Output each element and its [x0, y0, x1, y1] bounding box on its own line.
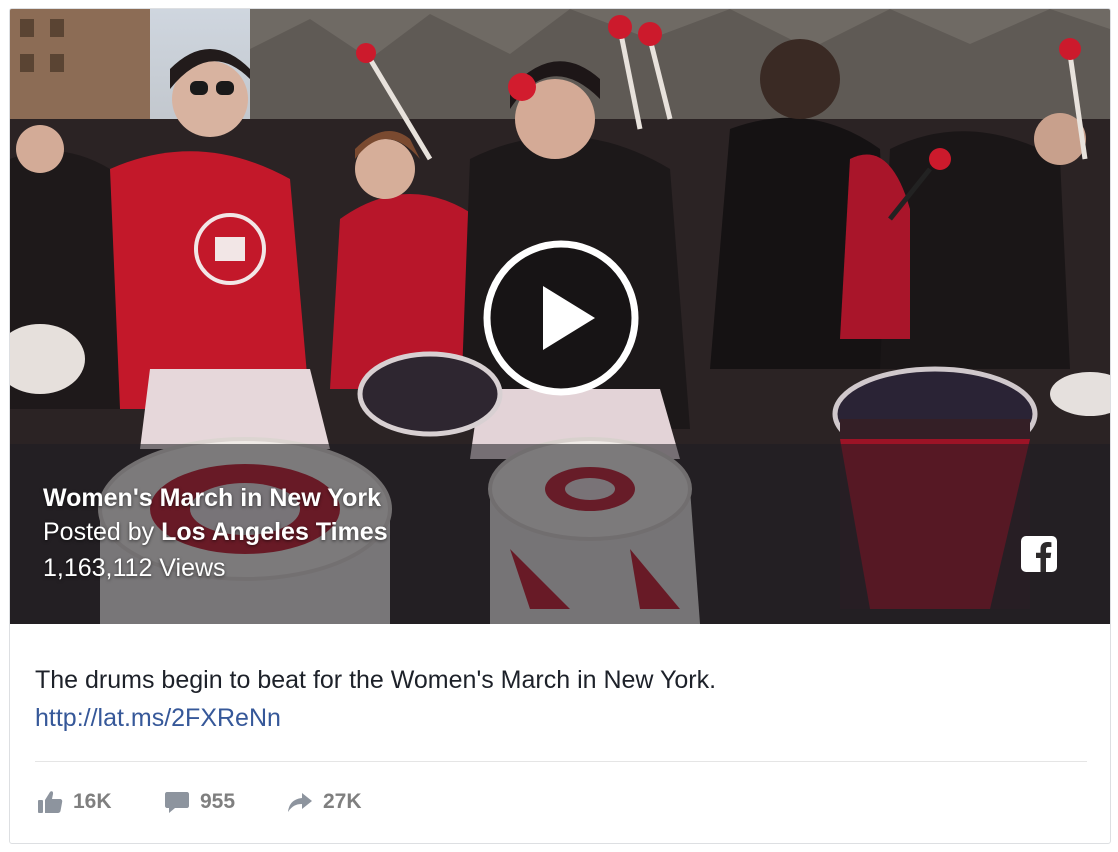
divider — [35, 761, 1087, 762]
page-name-link[interactable]: Los Angeles Times — [161, 518, 387, 546]
comment-count: 955 — [200, 790, 236, 813]
embedded-post-card: Women's March in New York Posted by Los … — [9, 8, 1111, 844]
comment-button[interactable]: 955 — [164, 787, 235, 817]
video-title[interactable]: Women's March in New York — [43, 484, 381, 513]
like-count: 16K — [73, 790, 112, 813]
thumbs-up-icon — [38, 791, 63, 813]
video-view-count: 1,163,112 Views — [43, 554, 226, 582]
share-button[interactable]: 27K — [287, 787, 362, 817]
facebook-icon[interactable] — [1021, 536, 1057, 572]
share-count: 27K — [323, 790, 362, 813]
like-button[interactable]: 16K — [37, 787, 112, 817]
share-arrow-icon — [288, 793, 312, 812]
play-circle-icon[interactable] — [481, 238, 641, 398]
video-player[interactable]: Women's March in New York Posted by Los … — [10, 9, 1110, 624]
posted-by-prefix: Posted by — [43, 518, 155, 546]
video-posted-by: Posted by Los Angeles Times — [43, 518, 388, 547]
post-caption: The drums begin to beat for the Women's … — [35, 666, 717, 694]
comment-icon — [165, 792, 189, 813]
post-link[interactable]: http://lat.ms/2FXReNn — [35, 704, 281, 733]
